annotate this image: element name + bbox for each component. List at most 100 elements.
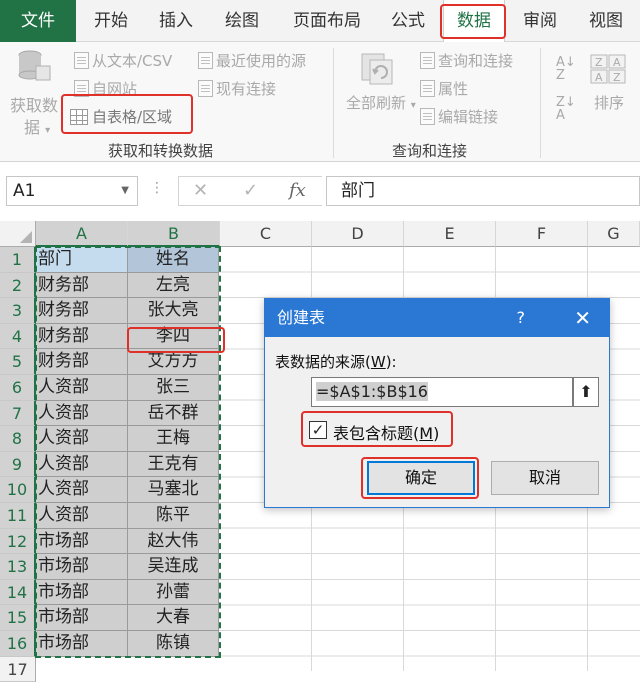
- connection-icon: [198, 80, 213, 97]
- group-separator: [540, 48, 541, 158]
- cell-department[interactable]: 人资部: [36, 375, 128, 401]
- tab-view[interactable]: 视图: [578, 0, 634, 42]
- get-data-button-line2[interactable]: 据 ▾: [24, 114, 50, 138]
- cell-department[interactable]: 人资部: [36, 451, 128, 478]
- sort-ascending-icon[interactable]: A↓ Z: [556, 56, 576, 82]
- cell-name[interactable]: 吴连成: [128, 554, 219, 580]
- cell-name[interactable]: 马塞北: [128, 477, 219, 503]
- cell-name[interactable]: 张大亮: [128, 298, 219, 324]
- svg-text:Z: Z: [613, 71, 621, 84]
- tab-insert[interactable]: 插入: [148, 0, 204, 42]
- row-header[interactable]: 10: [0, 477, 36, 503]
- row-header[interactable]: 11: [0, 503, 36, 529]
- svg-text:Z: Z: [595, 56, 603, 69]
- refresh-all-button[interactable]: 全部刷新 ▾: [346, 92, 416, 113]
- cell-name[interactable]: 赵大伟: [128, 528, 219, 555]
- row-header[interactable]: 6: [0, 375, 36, 401]
- cell-department[interactable]: 人资部: [36, 477, 128, 503]
- header-cell-name[interactable]: 姓名: [128, 247, 219, 273]
- cell-department[interactable]: 人资部: [36, 503, 128, 529]
- cell-name[interactable]: 孙蕾: [128, 579, 219, 606]
- cancel-icon[interactable]: ✕: [193, 180, 208, 201]
- column-header-g[interactable]: G: [588, 221, 640, 247]
- row-header[interactable]: 4: [0, 323, 36, 350]
- row-header[interactable]: 2: [0, 272, 36, 299]
- source-range-input[interactable]: =$A$1:$B$16: [311, 377, 573, 407]
- from-text-csv-button[interactable]: 从文本/CSV: [74, 50, 172, 71]
- tab-review[interactable]: 审阅: [512, 0, 568, 42]
- sort-button[interactable]: 排序: [594, 92, 624, 113]
- recent-sources-button[interactable]: 最近使用的源: [198, 50, 306, 71]
- cell-department[interactable]: 人资部: [36, 426, 128, 452]
- column-header-f[interactable]: F: [496, 221, 588, 247]
- collapse-dialog-icon[interactable]: ⬆: [573, 377, 599, 407]
- row-header[interactable]: 14: [0, 579, 36, 606]
- cell-name[interactable]: 张三: [128, 375, 219, 401]
- tab-file[interactable]: 文件: [0, 0, 76, 42]
- row-header[interactable]: 12: [0, 528, 36, 555]
- cell-name[interactable]: 艾方方: [128, 349, 219, 375]
- formula-input[interactable]: 部门: [326, 176, 640, 206]
- row-header[interactable]: 1: [0, 247, 36, 273]
- row-header[interactable]: 5: [0, 349, 36, 375]
- header-cell-department[interactable]: 部门: [36, 247, 128, 273]
- cell-department[interactable]: 市场部: [36, 579, 128, 606]
- cell-name[interactable]: 王克有: [128, 451, 219, 478]
- existing-connections-button[interactable]: 现有连接: [198, 78, 276, 99]
- column-header-c[interactable]: C: [220, 221, 312, 247]
- name-box[interactable]: A1 ▼: [6, 176, 138, 206]
- cancel-button[interactable]: 取消: [491, 461, 599, 495]
- row-header[interactable]: 16: [0, 631, 36, 657]
- from-table-highlight: [61, 94, 193, 134]
- tab-home[interactable]: 开始: [84, 0, 138, 42]
- row-header[interactable]: 7: [0, 400, 36, 427]
- cell-name[interactable]: 大春: [128, 605, 219, 631]
- refresh-all-label: 全部刷新: [346, 94, 407, 112]
- cell-department[interactable]: 市场部: [36, 605, 128, 631]
- cell-department[interactable]: 人资部: [36, 400, 128, 427]
- close-icon[interactable]: ✕: [574, 299, 591, 337]
- cell-name[interactable]: 陈平: [128, 503, 219, 529]
- cell-name[interactable]: 左亮: [128, 272, 219, 299]
- check-icon[interactable]: ✓: [243, 180, 258, 201]
- recent-sources-icon: [198, 52, 213, 69]
- column-header-b[interactable]: B: [128, 221, 220, 247]
- get-data-button[interactable]: 获取数: [10, 92, 58, 116]
- edit-links-button[interactable]: 编辑链接: [420, 106, 498, 127]
- chevron-down-icon[interactable]: ▼: [121, 177, 129, 205]
- cell-department[interactable]: 财务部: [36, 272, 128, 299]
- row-header-17[interactable]: 17: [0, 656, 36, 682]
- row-header[interactable]: 13: [0, 554, 36, 580]
- properties-button[interactable]: 属性: [420, 78, 468, 99]
- sort-descending-icon[interactable]: Z↓ A: [556, 96, 576, 122]
- row-header[interactable]: 9: [0, 451, 36, 478]
- more-icon[interactable]: ⋮: [150, 180, 164, 196]
- tab-draw[interactable]: 绘图: [214, 0, 270, 42]
- row-header[interactable]: 3: [0, 298, 36, 324]
- cell-name[interactable]: 王梅: [128, 426, 219, 452]
- cell-name[interactable]: 陈镇: [128, 631, 219, 657]
- from-text-label: 从文本/CSV: [92, 52, 173, 70]
- insert-function-icon[interactable]: fx: [289, 180, 306, 201]
- recent-sources-label: 最近使用的源: [216, 52, 307, 70]
- column-header-a[interactable]: A: [36, 221, 128, 247]
- queries-connections-button[interactable]: 查询和连接: [420, 50, 513, 71]
- cell-department[interactable]: 市场部: [36, 631, 128, 657]
- row-header[interactable]: 15: [0, 605, 36, 631]
- cell-department[interactable]: 财务部: [36, 349, 128, 375]
- database-icon: [16, 48, 52, 88]
- link-icon: [420, 108, 435, 125]
- cell-department[interactable]: 市场部: [36, 554, 128, 580]
- help-icon[interactable]: ?: [517, 299, 526, 337]
- row-header[interactable]: 8: [0, 426, 36, 452]
- cell-department[interactable]: 市场部: [36, 528, 128, 555]
- tab-page-layout[interactable]: 页面布局: [282, 0, 372, 42]
- source-label-text: 表数据的来源(: [275, 353, 371, 371]
- cell-department[interactable]: 财务部: [36, 323, 128, 350]
- select-all-corner[interactable]: [0, 221, 36, 247]
- column-header-d[interactable]: D: [312, 221, 404, 247]
- cell-department[interactable]: 财务部: [36, 298, 128, 324]
- tab-formulas[interactable]: 公式: [380, 0, 436, 42]
- cell-name[interactable]: 岳不群: [128, 400, 219, 427]
- column-header-e[interactable]: E: [404, 221, 496, 247]
